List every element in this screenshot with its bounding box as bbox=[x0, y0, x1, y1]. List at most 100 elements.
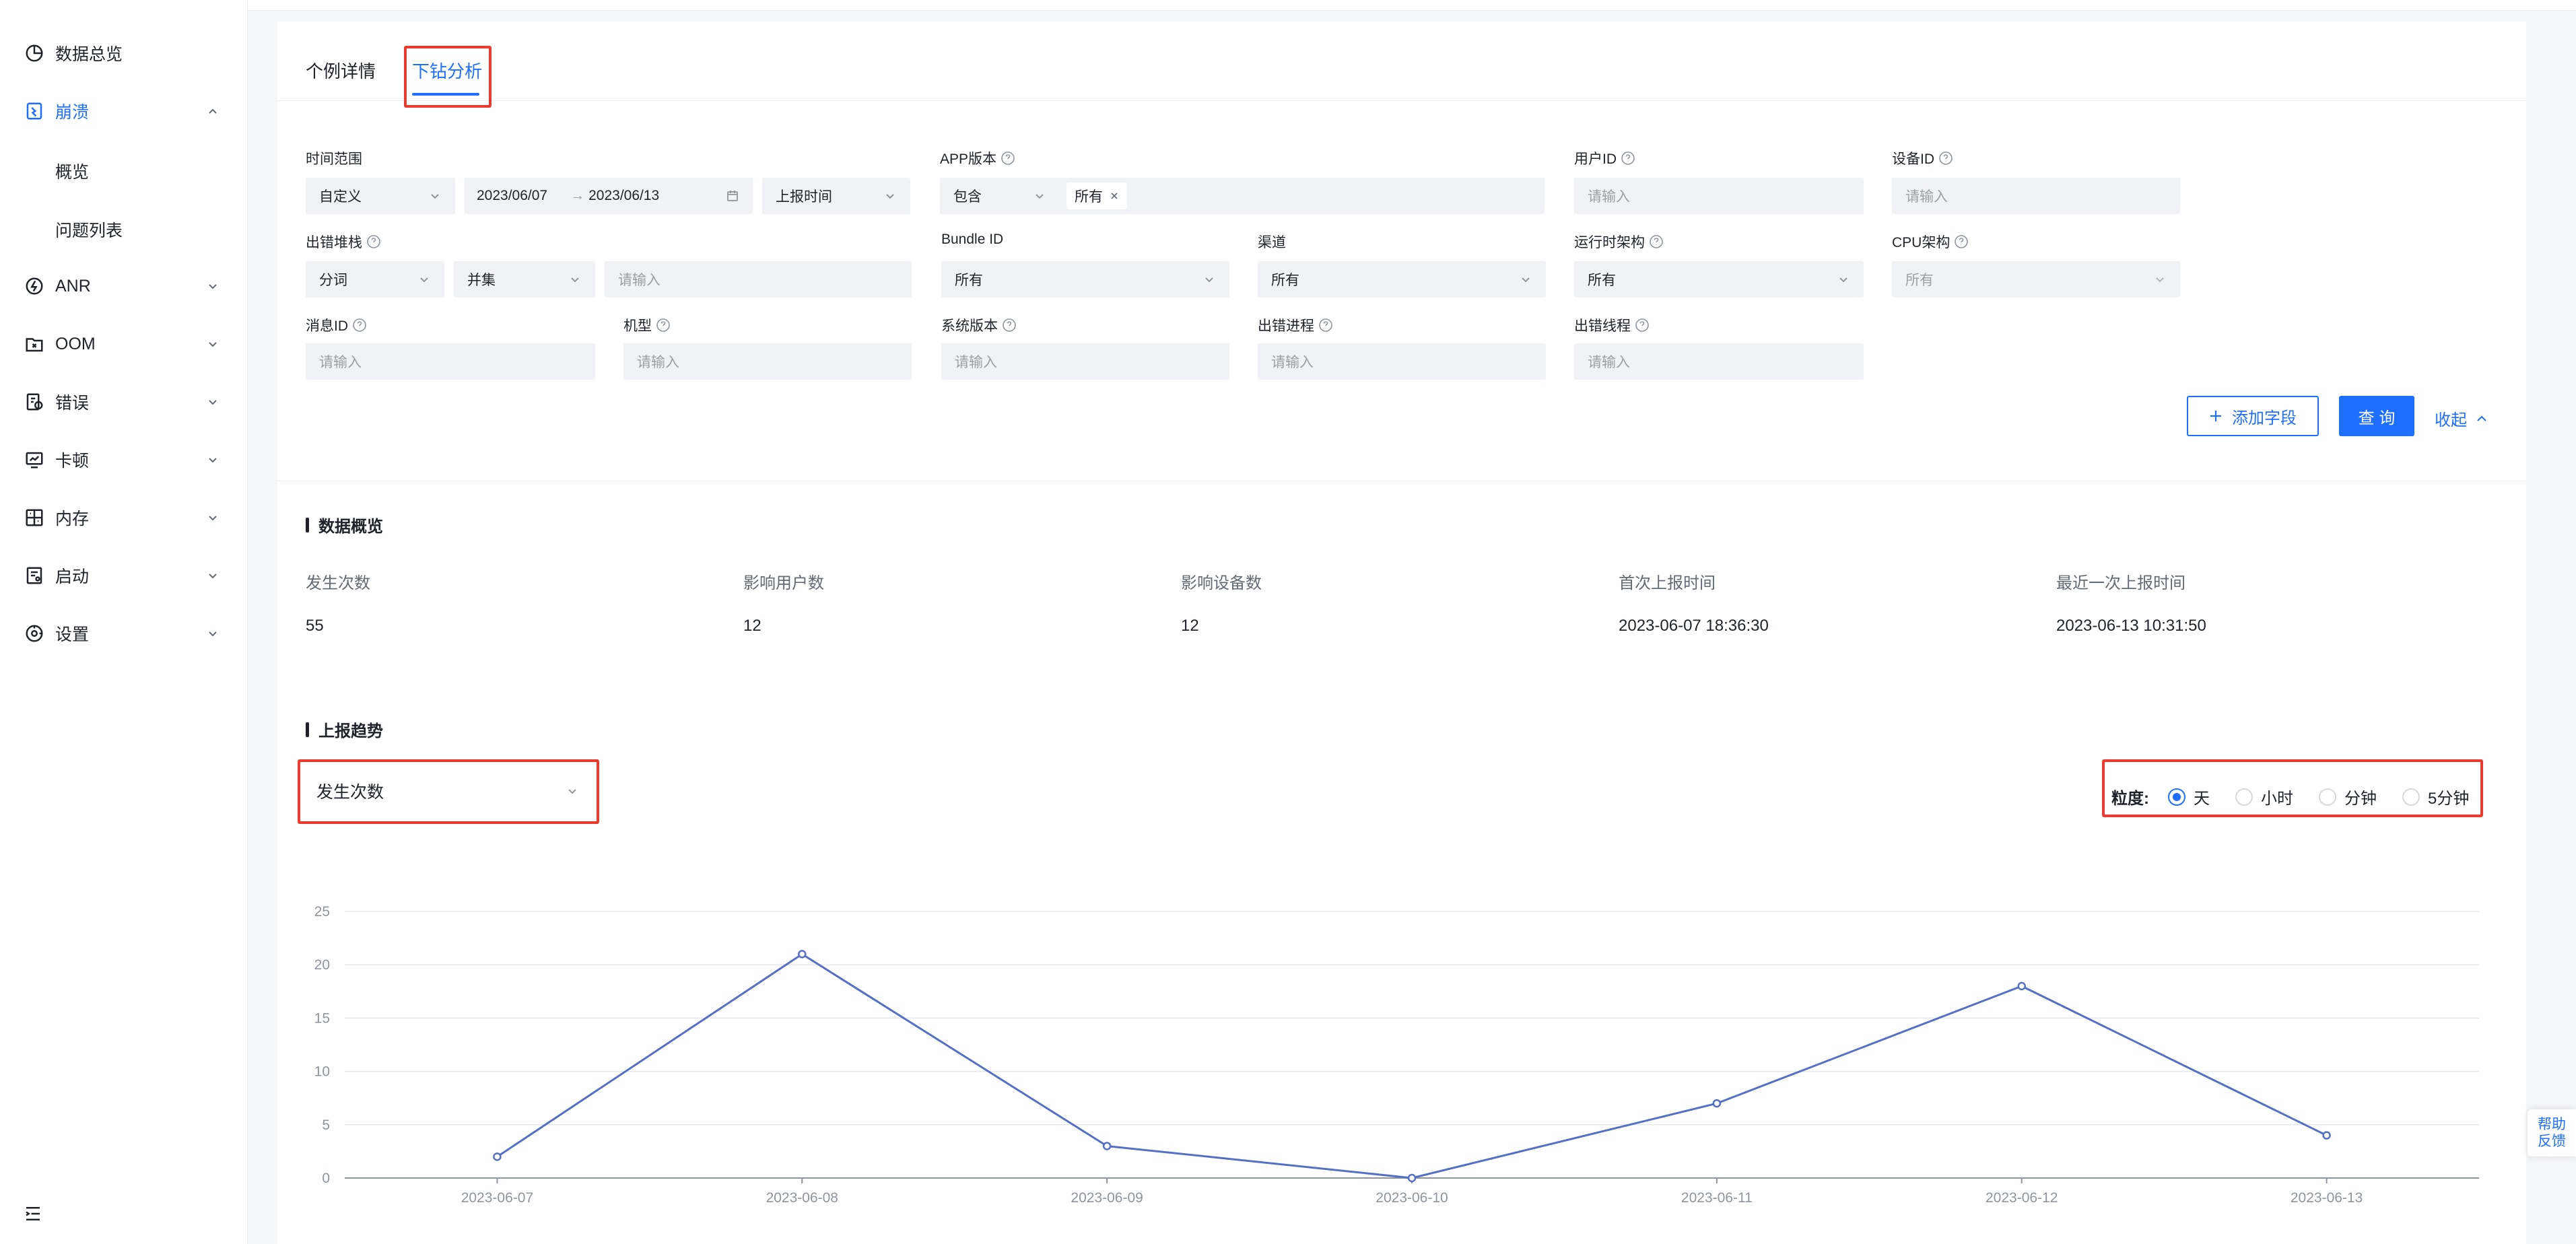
channel-label: 渠道 bbox=[1258, 235, 1286, 250]
sidebar-item-lag[interactable]: 卡顿 bbox=[0, 436, 248, 483]
granularity-day-radio[interactable]: 天 bbox=[2168, 785, 2210, 808]
collapse-sidebar-icon[interactable] bbox=[23, 1204, 43, 1224]
error-doc-icon bbox=[26, 393, 43, 411]
sidebar-item-settings[interactable]: 设置 bbox=[0, 610, 248, 657]
stack-input[interactable]: 请输入 bbox=[605, 261, 912, 298]
help-circle-icon[interactable] bbox=[1621, 151, 1635, 166]
sidebar: 数据总览 崩溃 概览 问题列表 ANR OOM 错误 卡顿 内存 启动 设置 bbox=[0, 0, 248, 1244]
message-id-input[interactable]: 请输入 bbox=[306, 343, 595, 380]
stack-tokenize-select[interactable]: 分词 bbox=[306, 261, 444, 298]
close-icon[interactable] bbox=[1110, 191, 1119, 201]
help-circle-icon[interactable] bbox=[366, 234, 381, 249]
help-circle-icon[interactable] bbox=[1649, 234, 1664, 249]
stat-value-affected-users: 12 bbox=[743, 617, 761, 635]
x-tick-label: 2023-06-10 bbox=[1376, 1190, 1448, 1206]
sidebar-item-memory[interactable]: 内存 bbox=[0, 494, 248, 541]
help-circle-icon[interactable] bbox=[1318, 318, 1333, 333]
date-range-picker[interactable]: 2023/06/07 → 2023/06/13 bbox=[465, 178, 753, 214]
sidebar-item-error[interactable]: 错误 bbox=[0, 378, 248, 425]
runtime-arch-select[interactable]: 所有 bbox=[1574, 261, 1864, 298]
granularity-hour-radio[interactable]: 小时 bbox=[2235, 785, 2293, 808]
help-circle-icon[interactable] bbox=[1001, 151, 1015, 166]
start-date[interactable]: 2023/06/07 bbox=[477, 188, 547, 204]
device-id-input[interactable]: 请输入 bbox=[1892, 178, 2180, 214]
add-field-button[interactable]: 添加字段 bbox=[2187, 396, 2319, 436]
query-button[interactable]: 查 询 bbox=[2339, 396, 2414, 436]
overview-title: 数据概览 bbox=[306, 513, 383, 537]
time-range-mode-select[interactable]: 自定义 bbox=[306, 178, 455, 214]
os-version-input[interactable]: 请输入 bbox=[941, 343, 1229, 380]
sidebar-subitem-issue-list[interactable]: 问题列表 bbox=[55, 217, 123, 242]
sidebar-item-anr[interactable]: ANR bbox=[0, 263, 248, 310]
granularity-minute-radio[interactable]: 分钟 bbox=[2319, 785, 2377, 808]
help-circle-icon[interactable] bbox=[352, 318, 367, 333]
sidebar-item-overview[interactable]: 数据总览 bbox=[0, 30, 248, 77]
x-tick-label: 2023-06-08 bbox=[766, 1190, 838, 1206]
thread-label: 出错线程 bbox=[1574, 315, 1650, 335]
plus-icon bbox=[2210, 411, 2221, 421]
active-tab-underline bbox=[412, 93, 479, 96]
sidebar-item-oom[interactable]: OOM bbox=[0, 320, 248, 368]
monitor-chart-icon bbox=[26, 452, 43, 469]
y-tick-label: 0 bbox=[322, 1171, 330, 1186]
sidebar-item-label: ANR bbox=[55, 276, 91, 296]
trend-metric-select[interactable]: 发生次数 bbox=[299, 765, 595, 817]
chevron-down-icon bbox=[209, 458, 217, 463]
granularity-5min-radio[interactable]: 5分钟 bbox=[2402, 785, 2469, 808]
stack-label: 出错堆栈 bbox=[306, 232, 381, 252]
x-tick-label: 2023-06-12 bbox=[1986, 1190, 2058, 1206]
stat-label-first-report: 首次上报时间 bbox=[1619, 574, 1716, 592]
help-circle-icon[interactable] bbox=[1002, 318, 1017, 333]
data-point bbox=[1102, 1142, 1112, 1150]
granularity-label: 粒度: bbox=[2111, 790, 2149, 808]
top-strip bbox=[0, 0, 2576, 11]
data-point bbox=[493, 1152, 502, 1161]
user-id-label: 用户ID bbox=[1574, 148, 1635, 168]
channel-select[interactable]: 所有 bbox=[1258, 261, 1546, 298]
sidebar-item-crash[interactable]: 崩溃 bbox=[0, 88, 248, 135]
model-input[interactable]: 请输入 bbox=[623, 343, 912, 380]
series-line bbox=[496, 953, 2328, 1179]
help-circle-icon[interactable] bbox=[1938, 151, 1953, 166]
end-date[interactable]: 2023/06/13 bbox=[588, 188, 659, 204]
anr-icon bbox=[26, 277, 43, 295]
bundle-id-select[interactable]: 所有 bbox=[941, 261, 1229, 298]
time-field-select[interactable]: 上报时间 bbox=[762, 178, 910, 214]
help-circle-icon[interactable] bbox=[656, 318, 671, 333]
message-id-label: 消息ID bbox=[306, 315, 367, 335]
data-point bbox=[1407, 1173, 1417, 1183]
app-version-op-select[interactable]: 包含 bbox=[940, 178, 1060, 214]
sidebar-item-startup[interactable]: 启动 bbox=[0, 552, 248, 599]
help-circle-icon[interactable] bbox=[1635, 318, 1650, 333]
collapse-filters-button[interactable]: 收起 bbox=[2435, 407, 2488, 430]
chevron-down-icon bbox=[209, 400, 217, 405]
model-label: 机型 bbox=[623, 315, 671, 335]
tab-case-detail[interactable]: 个例详情 bbox=[306, 58, 376, 83]
tab-drilldown[interactable]: 下钻分析 bbox=[412, 58, 482, 83]
sidebar-item-label: 错误 bbox=[55, 394, 90, 413]
thread-input[interactable]: 请输入 bbox=[1574, 343, 1864, 380]
time-range-label: 时间范围 bbox=[306, 151, 362, 167]
stat-label-occurrences: 发生次数 bbox=[306, 574, 370, 592]
memory-grid-icon bbox=[26, 509, 43, 526]
chevron-down-icon bbox=[209, 284, 217, 289]
cpu-arch-select[interactable]: 所有 bbox=[1892, 261, 2180, 298]
help-feedback-button[interactable]: 帮助 反馈 bbox=[2528, 1109, 2576, 1156]
y-tick-label: 15 bbox=[314, 1010, 330, 1026]
pie-chart-icon bbox=[26, 44, 43, 62]
cpu-arch-label: CPU架构 bbox=[1892, 232, 1969, 252]
user-id-input[interactable]: 请输入 bbox=[1574, 178, 1864, 214]
x-tick-label: 2023-06-07 bbox=[461, 1190, 533, 1206]
folder-x-icon bbox=[26, 338, 43, 352]
stack-union-select[interactable]: 并集 bbox=[454, 261, 595, 298]
date-range-arrow: → bbox=[570, 188, 585, 203]
chevron-down-icon bbox=[1205, 277, 1213, 283]
granularity-group: 粒度: 天 小时 分钟 5分钟 bbox=[2111, 785, 2469, 808]
sidebar-item-label: 启动 bbox=[55, 567, 90, 586]
sidebar-subitem-overview[interactable]: 概览 bbox=[55, 159, 89, 183]
stat-label-affected-devices: 影响设备数 bbox=[1181, 574, 1262, 592]
trend-line-chart: 0 5 10 15 20 25 2023-06-07 2023-06-08 2023-06-09… bbox=[314, 904, 2479, 1206]
chevron-down-icon bbox=[209, 516, 217, 521]
process-input[interactable]: 请输入 bbox=[1258, 343, 1546, 380]
help-circle-icon[interactable] bbox=[1954, 234, 1969, 249]
